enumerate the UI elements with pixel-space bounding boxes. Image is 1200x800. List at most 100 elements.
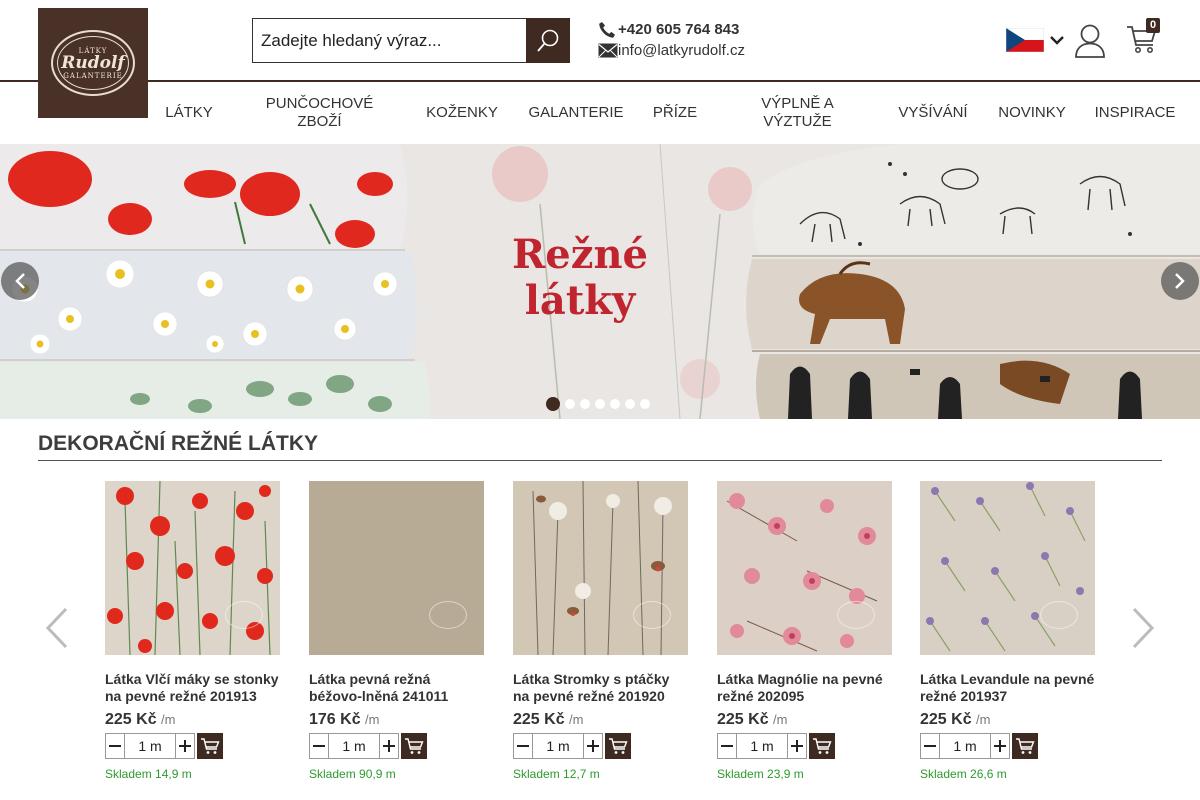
product-card: Látka Vlčí máky se stonky na pevné režné…	[105, 481, 280, 781]
quantity-field[interactable]: 1 m	[329, 733, 379, 759]
minus-icon	[517, 745, 529, 747]
decrease-quantity-button[interactable]	[920, 733, 940, 759]
increase-quantity-button[interactable]	[175, 733, 195, 759]
slide-dot[interactable]	[625, 399, 635, 409]
quantity-stepper: 1 m	[105, 733, 280, 759]
nav-item-vyplne-a-vyztuze[interactable]: VÝPLNĚ A VÝZTUŽE	[740, 95, 855, 131]
add-to-cart-button[interactable]	[401, 733, 427, 759]
main-navigation: LÁTKY PUNČOCHOVÉ ZBOŽÍ KOŽENKY GALANTERI…	[150, 84, 1200, 142]
nav-item-inspirace[interactable]: INSPIRACE	[1090, 104, 1180, 122]
price-value: 176 Kč	[309, 711, 361, 728]
increase-quantity-button[interactable]	[583, 733, 603, 759]
product-image[interactable]	[513, 481, 688, 655]
decrease-quantity-button[interactable]	[309, 733, 329, 759]
product-name[interactable]: Látka Levandule na pevné režné 201937	[920, 671, 1095, 707]
hero-slide-dots	[546, 397, 650, 411]
nav-item-novinky[interactable]: NOVINKY	[992, 104, 1072, 122]
products-prev-button[interactable]	[44, 606, 70, 655]
increase-quantity-button[interactable]	[787, 733, 807, 759]
product-name[interactable]: Látka Vlčí máky se stonky na pevné režné…	[105, 671, 280, 707]
quantity-field[interactable]: 1 m	[125, 733, 175, 759]
search-button[interactable]	[526, 18, 570, 63]
slide-dot[interactable]	[546, 397, 560, 411]
increase-quantity-button[interactable]	[990, 733, 1010, 759]
chevron-right-icon	[1132, 607, 1155, 649]
search-input[interactable]	[252, 18, 526, 63]
product-name[interactable]: Látka pevná režná béžovo-lněná 241011	[309, 671, 484, 707]
quantity-stepper: 1 m	[309, 733, 484, 759]
price-unit: /m	[161, 712, 176, 727]
chevron-left-icon	[45, 607, 68, 649]
quantity-field[interactable]: 1 m	[737, 733, 787, 759]
product-name[interactable]: Látka Stromky s ptáčky na pevné režné 20…	[513, 671, 688, 707]
product-image[interactable]	[717, 481, 892, 655]
slide-dot[interactable]	[595, 399, 605, 409]
plus-icon	[179, 740, 191, 752]
language-selector[interactable]	[1006, 28, 1064, 52]
increase-quantity-button[interactable]	[379, 733, 399, 759]
quantity-field[interactable]: 1 m	[940, 733, 990, 759]
plus-icon	[791, 740, 803, 752]
nav-item-puncochove-zbozi[interactable]: PUNČOCHOVÉ ZBOŽÍ	[252, 95, 387, 131]
product-card: Látka Magnólie na pevné režné 202095 225…	[717, 481, 892, 781]
logo-emblem: LÁTKY Rudolf GALANTERIE	[51, 30, 135, 96]
hero-prev-button[interactable]	[1, 262, 39, 300]
slide-dot[interactable]	[610, 399, 620, 409]
stock-status: Skladem 90,9 m	[309, 767, 396, 781]
cart-icon	[813, 738, 832, 754]
quantity-field[interactable]: 1 m	[533, 733, 583, 759]
czech-flag-icon	[1006, 28, 1044, 52]
cart-icon	[201, 738, 220, 754]
product-image[interactable]	[309, 481, 484, 655]
product-carousel: Látka Vlčí máky se stonky na pevné režné…	[105, 481, 1105, 791]
hero-next-button[interactable]	[1161, 262, 1199, 300]
nav-item-vysivani[interactable]: VYŠÍVÁNÍ	[890, 104, 976, 122]
product-name[interactable]: Látka Magnólie na pevné režné 202095	[717, 671, 892, 707]
cart-icon	[609, 738, 628, 754]
cart-count-badge: 0	[1146, 18, 1160, 33]
nav-item-galanterie[interactable]: GALANTERIE	[522, 104, 630, 122]
product-image[interactable]	[920, 481, 1095, 655]
chevron-down-icon	[1050, 36, 1064, 45]
site-logo[interactable]: LÁTKY Rudolf GALANTERIE	[38, 8, 148, 118]
product-price: 176 Kč /m	[309, 711, 484, 729]
add-to-cart-button[interactable]	[197, 733, 223, 759]
cart-icon	[1016, 738, 1035, 754]
product-image[interactable]	[105, 481, 280, 655]
minus-icon	[313, 745, 325, 747]
add-to-cart-button[interactable]	[605, 733, 631, 759]
nav-item-latky[interactable]: LÁTKY	[150, 104, 228, 122]
decrease-quantity-button[interactable]	[105, 733, 125, 759]
products-next-button[interactable]	[1130, 606, 1156, 655]
phone-link[interactable]: +420 605 764 843	[598, 19, 745, 40]
slide-dot[interactable]	[565, 399, 575, 409]
add-to-cart-button[interactable]	[809, 733, 835, 759]
minus-icon	[109, 745, 121, 747]
add-to-cart-button[interactable]	[1012, 733, 1038, 759]
quantity-stepper: 1 m	[920, 733, 1095, 759]
chevron-left-icon	[15, 273, 25, 289]
decrease-quantity-button[interactable]	[513, 733, 533, 759]
user-icon	[1075, 24, 1105, 58]
plus-icon	[994, 740, 1006, 752]
phone-number: +420 605 764 843	[618, 21, 740, 38]
account-button[interactable]	[1074, 24, 1106, 63]
product-card: Látka Levandule na pevné režné 201937 22…	[920, 481, 1095, 781]
search-form	[252, 18, 570, 63]
plus-icon	[587, 740, 599, 752]
price-unit: /m	[976, 712, 991, 727]
slide-dot[interactable]	[640, 399, 650, 409]
product-card: Látka pevná režná béžovo-lněná 241011 17…	[309, 481, 484, 781]
cart-button[interactable]: 0	[1126, 18, 1160, 59]
hero-banner[interactable]: Režné látky	[0, 144, 1200, 419]
slide-dot[interactable]	[580, 399, 590, 409]
decrease-quantity-button[interactable]	[717, 733, 737, 759]
quantity-stepper: 1 m	[717, 733, 892, 759]
nav-item-prize[interactable]: PŘÍZE	[644, 104, 706, 122]
stock-status: Skladem 23,9 m	[717, 767, 804, 781]
stock-status: Skladem 14,9 m	[105, 767, 192, 781]
nav-item-kozenky[interactable]: KOŽENKY	[416, 104, 508, 122]
price-value: 225 Kč	[105, 711, 157, 728]
email-link[interactable]: info@latkyrudolf.cz	[598, 40, 745, 61]
envelope-icon	[598, 43, 618, 58]
